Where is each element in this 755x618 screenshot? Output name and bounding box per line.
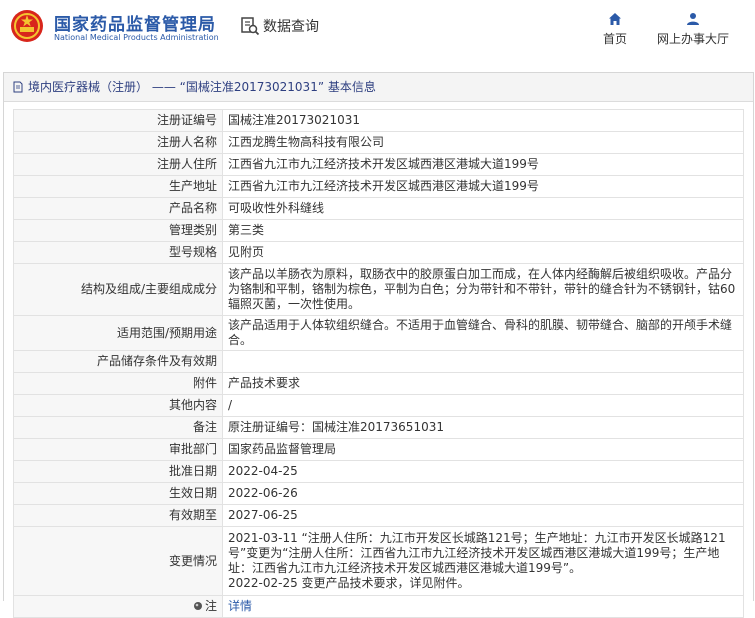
nav-online-hall[interactable]: 网上办事大厅 — [650, 12, 736, 47]
row-value — [222, 350, 744, 373]
national-emblem-icon — [11, 10, 43, 42]
table-row: 结构及组成/主要组成成分 该产品以羊肠衣为原料，取肠衣中的胶原蛋白加工而成，在人体… — [13, 263, 744, 316]
row-label: 审批部门 — [13, 438, 223, 461]
row-value: 国械注准20173021031 — [222, 109, 744, 132]
table-row: 产品名称 可吸收性外科缝线 — [13, 197, 744, 220]
nav-online-hall-label: 网上办事大厅 — [656, 32, 729, 46]
table-row: 生效日期 2022-06-26 — [13, 482, 744, 505]
row-value: / — [222, 394, 744, 417]
row-label: 注册人名称 — [13, 131, 223, 154]
details-link[interactable]: 详情 — [228, 599, 252, 613]
row-value: 第三类 — [222, 219, 744, 242]
detail-panel: 境内医疗器械（注册） —— “国械注准20173021031” 基本信息 注册证… — [3, 72, 754, 618]
row-label: 附件 — [13, 372, 223, 395]
site-header: 国家药品监督管理局 National Medical Products Admi… — [0, 0, 755, 62]
row-label: 批准日期 — [13, 460, 223, 483]
home-icon — [609, 13, 621, 25]
table-row: 附件 产品技术要求 — [13, 372, 744, 395]
row-label: 产品名称 — [13, 197, 223, 220]
change-history-value: 2021-03-11 “注册人住所：九江市开发区长城路121号；生产地址：九江市… — [222, 526, 744, 596]
row-value: 可吸收性外科缝线 — [222, 197, 744, 220]
table-row: 产品储存条件及有效期 — [13, 350, 744, 373]
table-row: 注 详情 — [13, 595, 744, 618]
table-row: 注册人住所 江西省九江市九江经济技术开发区城西港区港城大道199号 — [13, 153, 744, 176]
table-row: 适用范围/预期用途 该产品适用于人体软组织缝合。不适用于血管缝合、骨科的肌膜、韧带… — [13, 315, 744, 351]
pin-icon — [193, 602, 202, 610]
row-value: 江西省九江市九江经济技术开发区城西港区港城大道199号 — [222, 153, 744, 176]
user-icon — [687, 13, 699, 25]
data-query-icon — [241, 17, 260, 36]
document-icon — [13, 81, 23, 93]
table-row: 有效期至 2027-06-25 — [13, 504, 744, 527]
row-label: 产品储存条件及有效期 — [13, 350, 223, 373]
data-query-link[interactable]: 数据查询 — [240, 16, 319, 36]
row-label: 有效期至 — [13, 504, 223, 527]
nav-home-label: 首页 — [602, 32, 627, 46]
row-value: 产品技术要求 — [222, 372, 744, 395]
table-row: 生产地址 江西省九江市九江经济技术开发区城西港区港城大道199号 — [13, 175, 744, 198]
row-label: 变更情况 — [13, 526, 223, 596]
row-label: 生产地址 — [13, 175, 223, 198]
registration-info-table: 注册证编号 国械注准20173021031 注册人名称 江西龙腾生物高科技有限公司 … — [13, 109, 744, 618]
row-value: 国家药品监督管理局 — [222, 438, 744, 461]
data-query-label: 数据查询 — [263, 19, 319, 35]
row-value: 2027-06-25 — [222, 504, 744, 527]
row-value: 见附页 — [222, 241, 744, 264]
row-value: 2022-06-26 — [222, 482, 744, 505]
row-label: 注册证编号 — [13, 109, 223, 132]
row-value: 江西省九江市九江经济技术开发区城西港区港城大道199号 — [222, 175, 744, 198]
row-label: 注册人住所 — [13, 153, 223, 176]
brand-name-en[interactable]: National Medical Products Administration — [54, 33, 219, 42]
row-value: 该产品以羊肠衣为原料，取肠衣中的胶原蛋白加工而成，在人体内经酶解后被组织吸收。产… — [222, 263, 744, 316]
brand-name-cn[interactable]: 国家药品监督管理局 — [54, 10, 216, 35]
table-row: 批准日期 2022-04-25 — [13, 460, 744, 483]
row-value: 2022-04-25 — [222, 460, 744, 483]
breadcrumb-text: 境内医疗器械（注册） —— “国械注准20173021031” 基本信息 — [28, 80, 376, 94]
nav-home[interactable]: 首页 — [596, 12, 634, 47]
row-label: 其他内容 — [13, 394, 223, 417]
table-row: 管理类别 第三类 — [13, 219, 744, 242]
row-label: 管理类别 — [13, 219, 223, 242]
row-value: 原注册证编号：国械注准20173651031 — [222, 416, 744, 439]
table-row: 审批部门 国家药品监督管理局 — [13, 438, 744, 461]
note-label: 注 — [204, 599, 217, 613]
row-label: 适用范围/预期用途 — [13, 315, 223, 351]
row-value: 江西龙腾生物高科技有限公司 — [222, 131, 744, 154]
table-row: 注册人名称 江西龙腾生物高科技有限公司 — [13, 131, 744, 154]
row-label: 生效日期 — [13, 482, 223, 505]
note-label-cell: 注 — [13, 595, 223, 618]
table-row: 备注 原注册证编号：国械注准20173651031 — [13, 416, 744, 439]
row-label: 备注 — [13, 416, 223, 439]
table-row: 其他内容 / — [13, 394, 744, 417]
table-row: 注册证编号 国械注准20173021031 — [13, 109, 744, 132]
row-value: 该产品适用于人体软组织缝合。不适用于血管缝合、骨科的肌膜、韧带缝合、脑部的开颅手… — [222, 315, 744, 351]
row-label: 型号规格 — [13, 241, 223, 264]
row-label: 结构及组成/主要组成成分 — [13, 263, 223, 316]
table-row: 型号规格 见附页 — [13, 241, 744, 264]
table-row: 变更情况 2021-03-11 “注册人住所：九江市开发区长城路121号；生产地址… — [13, 526, 744, 596]
breadcrumb: 境内医疗器械（注册） —— “国械注准20173021031” 基本信息 — [4, 73, 753, 102]
